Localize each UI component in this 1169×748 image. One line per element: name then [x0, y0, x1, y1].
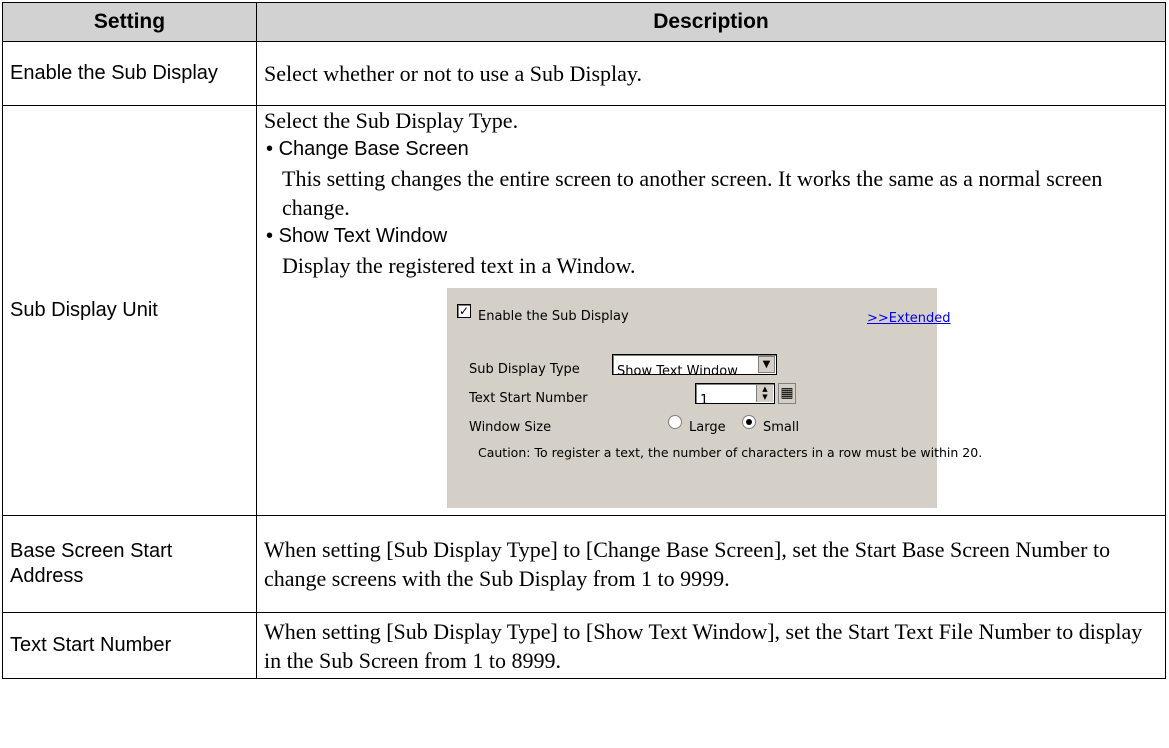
enable-sub-display-checkbox[interactable]: ✓: [457, 304, 471, 318]
bullet-show-text-window: • Show Text Window: [266, 225, 448, 247]
bullet-change-base-screen: • Change Base Screen: [266, 138, 469, 160]
sub-display-dialog-screenshot: ✓ Enable the Sub Display >>Extended Sub …: [447, 288, 983, 508]
sub-display-type-select[interactable]: Show Text Window ▼: [612, 354, 777, 379]
bullet-title: Show Text Window: [278, 225, 448, 247]
bullet-text: Display the registered text in a Window.: [282, 253, 636, 278]
description-base-screen-start-address: When setting [Sub Display Type] to [Chan…: [256, 515, 1166, 613]
text-start-number-label: Text Start Number: [469, 391, 588, 406]
window-size-label: Window Size: [469, 420, 552, 435]
radio-large-label: Large: [689, 420, 726, 435]
chevron-down-icon[interactable]: ▼: [758, 356, 775, 373]
setting-base-screen-start-address: Base Screen Start Address: [2, 515, 257, 613]
setting-enable-sub-display: Enable the Sub Display: [2, 41, 257, 106]
setting-sub-display-unit: Sub Display Unit: [2, 105, 257, 516]
text-start-number-value: 1: [700, 393, 709, 408]
enable-sub-display-label: Enable the Sub Display: [478, 309, 629, 324]
sub-display-type-label: Sub Display Type: [469, 362, 580, 377]
text-start-number-input[interactable]: 1 ▲ ▼: [695, 383, 775, 408]
bullet-text: This setting changes the entire screen t…: [282, 166, 1103, 220]
header-description: Description: [256, 2, 1166, 42]
table-row: Enable the Sub Display Select whether or…: [2, 41, 1166, 106]
caution-note: Caution: To register a text, the number …: [478, 445, 983, 460]
extended-link[interactable]: >>Extended: [867, 304, 951, 333]
header-setting: Setting: [2, 2, 257, 42]
settings-table: Setting Description Enable the Sub Displ…: [2, 2, 1166, 679]
setting-text-start-number: Text Start Number: [2, 612, 257, 679]
bullet-title: Change Base Screen: [278, 138, 469, 160]
sub-display-type-value: Show Text Window: [617, 364, 738, 379]
spinner-icon[interactable]: ▲ ▼: [756, 385, 773, 402]
description-sub-display-unit: Select the Sub Display Type. • Change Ba…: [256, 105, 1166, 516]
description-enable-sub-display: Select whether or not to use a Sub Displ…: [256, 41, 1166, 106]
table-row: Base Screen Start Address When setting […: [2, 515, 1166, 613]
table-row: Sub Display Unit Select the Sub Display …: [2, 105, 1166, 516]
radio-small-label: Small: [763, 420, 800, 435]
table-header-row: Setting Description: [2, 2, 1166, 42]
radio-large[interactable]: [668, 415, 682, 429]
table-row: Text Start Number When setting [Sub Disp…: [2, 612, 1166, 679]
radio-small[interactable]: [742, 415, 756, 429]
grid-icon[interactable]: ▦: [778, 383, 796, 404]
description-intro: Select the Sub Display Type.: [264, 108, 519, 133]
description-text-start-number: When setting [Sub Display Type] to [Show…: [256, 612, 1166, 679]
